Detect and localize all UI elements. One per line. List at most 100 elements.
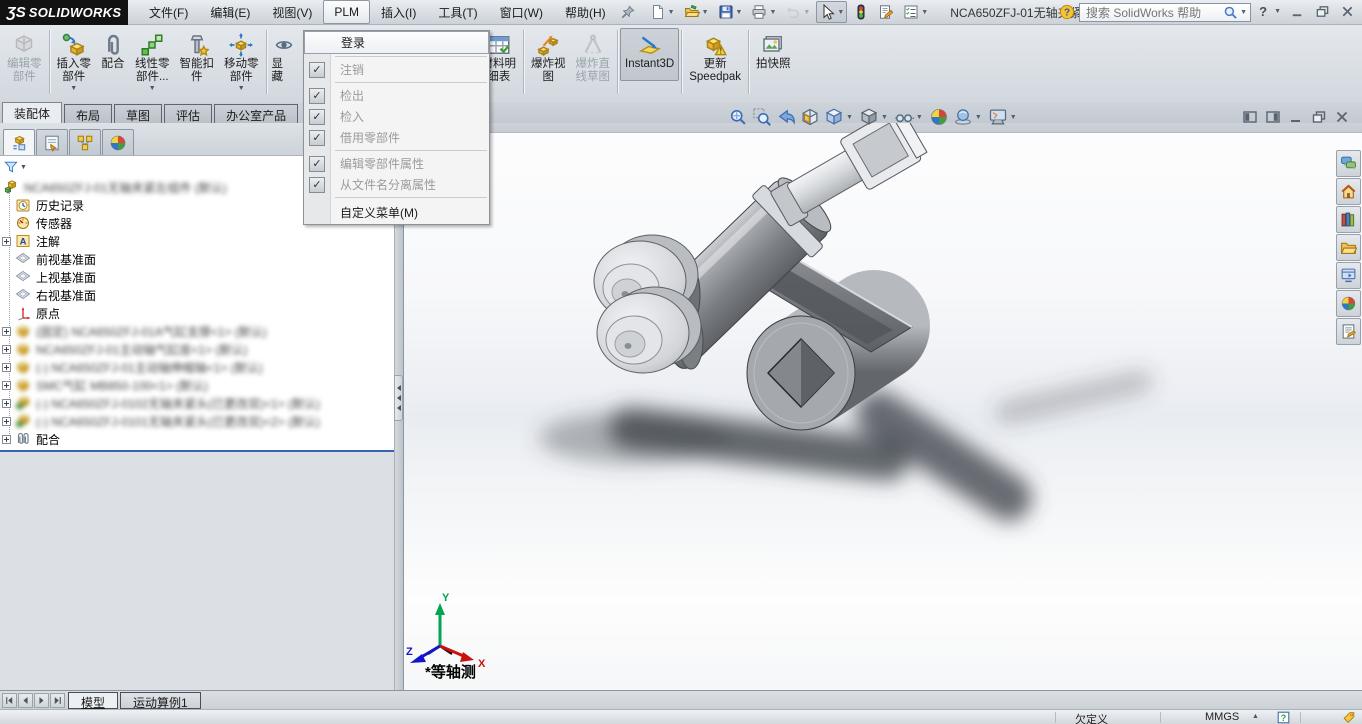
dropdown-arrow-icon[interactable]: ▼ [70, 84, 77, 93]
panel-tab-configurationmanager[interactable] [69, 129, 101, 155]
plm-menu-item-登录[interactable]: 登录 [304, 31, 489, 54]
dropdown-arrow-icon[interactable]: ▼ [916, 114, 923, 121]
apply-scene-button[interactable]: ▼ [952, 106, 985, 128]
menu-checkbox-icon[interactable]: ✓ [309, 109, 325, 125]
panel-tab-displaymanager[interactable] [102, 129, 134, 155]
menu-文件(F)[interactable]: 文件(F) [138, 0, 199, 26]
panel-collapse-handle[interactable] [394, 375, 403, 421]
taskpane-home-button[interactable] [1336, 178, 1361, 205]
nav-next-button[interactable] [34, 693, 49, 708]
doc-restore-button[interactable] [1311, 109, 1327, 128]
units-selector[interactable]: MMGS [1205, 711, 1239, 723]
take-snapshot-button[interactable]: 拍快照 [751, 28, 796, 81]
tree-expander-icon[interactable] [2, 237, 11, 246]
insert-components-button[interactable]: 插入零 部件▼ [52, 28, 97, 94]
nav-last-button[interactable] [50, 693, 65, 708]
taskpane-custom-properties-button[interactable] [1336, 318, 1361, 345]
dropdown-arrow-icon[interactable]: ▼ [736, 9, 743, 16]
open-document-button[interactable]: ▼ [681, 1, 712, 23]
move-component-button[interactable]: 移动零 部件▼ [219, 28, 264, 94]
restore-button[interactable] [1313, 2, 1331, 20]
linear-component-pattern-button[interactable]: 线性零 部件...▼ [130, 28, 175, 94]
tree-expander-icon[interactable] [2, 435, 11, 444]
tree-row[interactable]: 原点 [0, 304, 394, 322]
nav-previous-button[interactable] [18, 693, 33, 708]
bottom-tab-运动算例1[interactable]: 运动算例1 [120, 692, 201, 709]
minimize-button[interactable] [1288, 2, 1306, 20]
help-dropdown-arrow-icon[interactable]: ▼ [1274, 8, 1281, 15]
help-ball-icon[interactable]: ? [1059, 4, 1075, 20]
pane-right-button[interactable] [1265, 109, 1281, 128]
tree-row[interactable]: (-) NCA650ZFJ-0101无轴夹紧头(已更改双)<2> (默认) [0, 412, 394, 430]
tree-row[interactable]: A注解 [0, 232, 394, 250]
display-style-button[interactable]: ▼ [858, 106, 891, 128]
tree-row[interactable]: 前视基准面 [0, 250, 394, 268]
dropdown-arrow-icon[interactable]: ▼ [837, 9, 844, 16]
tree-row[interactable]: (固定) NCA650ZFJ-01A气缸支撑<1> (默认) [0, 322, 394, 340]
view-settings-button[interactable]: ▼ [987, 106, 1020, 128]
search-dropdown-arrow-icon[interactable]: ▼ [1240, 9, 1247, 16]
units-dropdown-arrow-icon[interactable]: ▲ [1252, 713, 1259, 720]
ribbon-tab-装配体[interactable]: 装配体 [2, 102, 62, 123]
save-button[interactable]: ▼ [715, 1, 746, 23]
tag-icon[interactable] [1342, 711, 1356, 724]
dropdown-arrow-icon[interactable]: ▼ [702, 9, 709, 16]
doc-minimize-button[interactable] [1288, 109, 1304, 128]
view-orientation-button[interactable]: ▼ [823, 106, 856, 128]
close-button[interactable] [1338, 2, 1356, 20]
menu-checkbox-icon[interactable]: ✓ [309, 177, 325, 193]
mate-button[interactable]: 配合 [96, 28, 130, 81]
dropdown-arrow-icon[interactable]: ▼ [238, 84, 245, 93]
tree-row[interactable]: SMC气缸 MB850-100<1> (默认) [0, 376, 394, 394]
plm-menu-item-自定义菜单(M)[interactable]: 自定义菜单(M) [304, 200, 489, 224]
options-button[interactable]: ▼ [900, 1, 931, 23]
ribbon-tab-草图[interactable]: 草图 [114, 104, 162, 123]
pin-icon[interactable] [621, 5, 635, 19]
ribbon-tab-布局[interactable]: 布局 [64, 104, 112, 123]
previous-view-button[interactable] [775, 106, 797, 128]
dropdown-arrow-icon[interactable]: ▼ [1010, 114, 1017, 121]
filter-dropdown-arrow-icon[interactable]: ▼ [20, 164, 27, 171]
exploded-view-button[interactable]: 爆炸视 图 [526, 28, 571, 94]
edit-appearance-button[interactable] [928, 106, 950, 128]
menu-checkbox-icon[interactable]: ✓ [309, 62, 325, 78]
smart-fasteners-button[interactable]: 智能扣 件 [175, 28, 220, 94]
ribbon-tab-办公室产品[interactable]: 办公室产品 [214, 104, 298, 123]
pane-left-button[interactable] [1242, 109, 1258, 128]
panel-tab-featuremanager[interactable] [3, 129, 35, 155]
filter-icon[interactable] [4, 160, 18, 174]
update-speedpak-button[interactable]: !更新 Speedpak [684, 28, 746, 94]
tree-expander-icon[interactable] [2, 417, 11, 426]
file-properties-button[interactable] [875, 1, 897, 23]
taskpane-appearances-button[interactable] [1336, 290, 1361, 317]
tree-expander-icon[interactable] [2, 363, 11, 372]
tree-expander-icon[interactable] [2, 399, 11, 408]
select-cursor-button[interactable]: ▼ [816, 1, 847, 23]
taskpane-file-explorer-button[interactable] [1336, 234, 1361, 261]
hide-show-items-button[interactable]: ▼ [893, 106, 926, 128]
nav-first-button[interactable] [2, 693, 17, 708]
menu-工具(T)[interactable]: 工具(T) [427, 0, 488, 26]
tree-row[interactable]: 配合 [0, 430, 394, 448]
new-document-button[interactable]: ▼ [647, 1, 678, 23]
search-box[interactable]: ▼ [1079, 3, 1251, 22]
tree-row[interactable]: (-) NCA650ZFJ-01主动轴伸缩轴<1> (默认) [0, 358, 394, 376]
panel-tab-propertymanager[interactable] [36, 129, 68, 155]
taskpane-resources-button[interactable] [1336, 206, 1361, 233]
menu-checkbox-icon[interactable]: ✓ [309, 88, 325, 104]
menu-视图(V)[interactable]: 视图(V) [261, 0, 323, 26]
section-view-button[interactable] [799, 106, 821, 128]
menu-窗口(W)[interactable]: 窗口(W) [489, 0, 554, 26]
help-menu[interactable]: ? [1259, 4, 1267, 19]
instant3d-button[interactable]: Instant3D [620, 28, 679, 81]
menu-checkbox-icon[interactable]: ✓ [309, 130, 325, 146]
menu-PLM[interactable]: PLM [323, 0, 370, 24]
tree-expander-icon[interactable] [2, 345, 11, 354]
taskpane-design-library-button[interactable] [1336, 262, 1361, 289]
graphics-viewport[interactable]: Y Z X *等轴测 [403, 123, 1362, 690]
zoom-to-fit-button[interactable] [727, 106, 749, 128]
taskpane-forum-button[interactable] [1336, 150, 1361, 177]
tree-row[interactable]: NCA650ZFJ-01主动轴气缸座<1> (默认) [0, 340, 394, 358]
dropdown-arrow-icon[interactable]: ▼ [975, 114, 982, 121]
menu-插入(I)[interactable]: 插入(I) [370, 0, 427, 26]
